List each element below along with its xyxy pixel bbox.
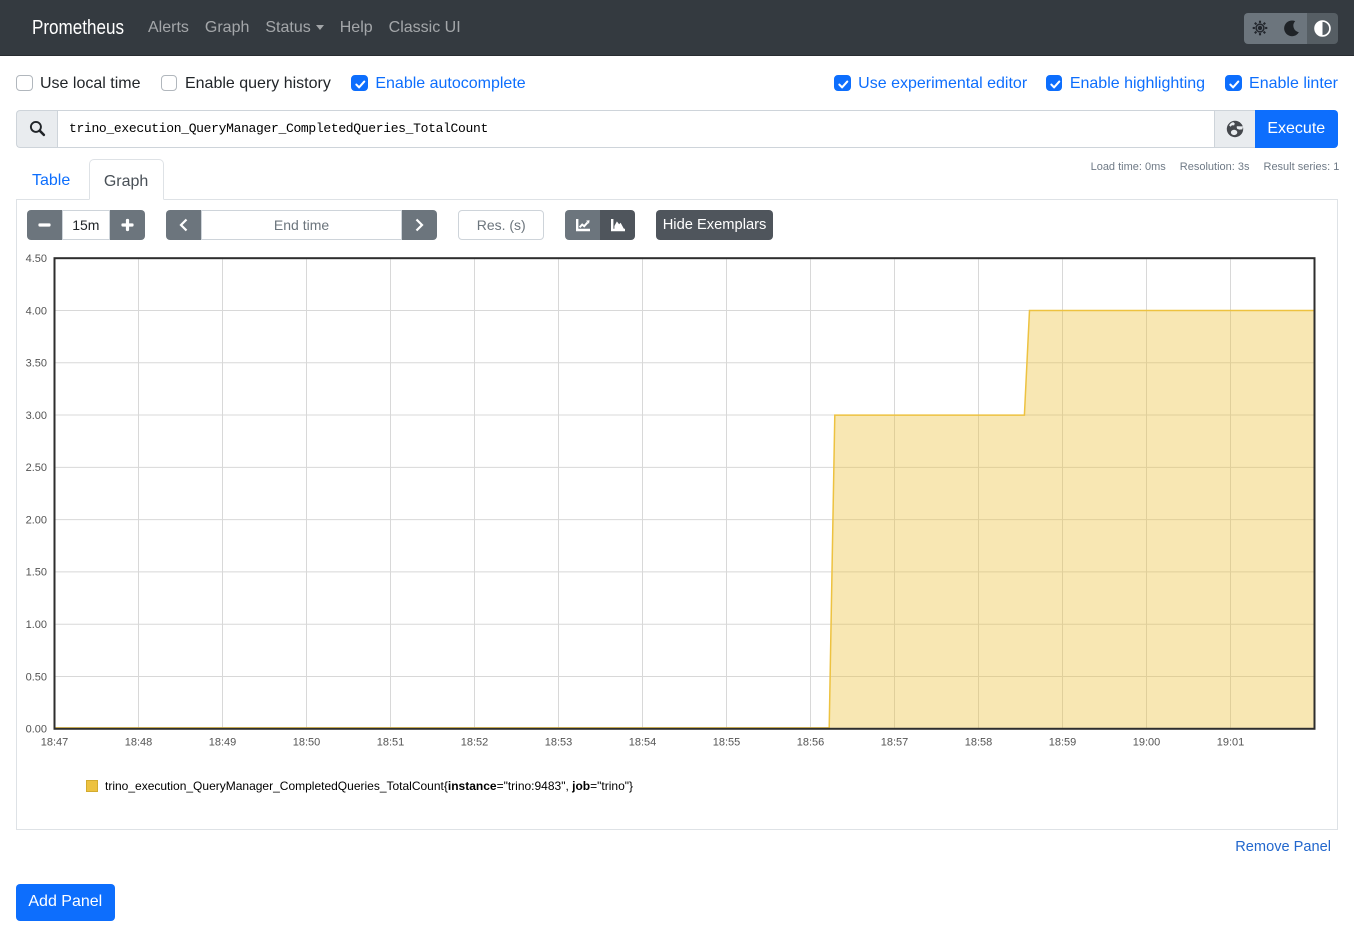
svg-text:18:55: 18:55 xyxy=(713,736,741,748)
svg-text:18:57: 18:57 xyxy=(881,736,909,748)
svg-text:18:48: 18:48 xyxy=(125,736,153,748)
svg-text:3.00: 3.00 xyxy=(26,410,47,422)
svg-text:2.50: 2.50 xyxy=(26,462,47,474)
svg-text:1.50: 1.50 xyxy=(26,567,47,579)
svg-text:2.00: 2.00 xyxy=(26,514,47,526)
svg-text:3.50: 3.50 xyxy=(26,357,47,369)
svg-text:18:54: 18:54 xyxy=(629,736,657,748)
svg-text:4.50: 4.50 xyxy=(26,253,47,265)
svg-text:18:51: 18:51 xyxy=(377,736,405,748)
svg-text:18:56: 18:56 xyxy=(797,736,825,748)
svg-text:18:59: 18:59 xyxy=(1049,736,1077,748)
svg-text:0.50: 0.50 xyxy=(26,671,47,683)
svg-text:1.00: 1.00 xyxy=(26,619,47,631)
svg-text:19:01: 19:01 xyxy=(1217,736,1245,748)
svg-text:18:50: 18:50 xyxy=(293,736,321,748)
svg-text:18:49: 18:49 xyxy=(209,736,237,748)
svg-text:19:00: 19:00 xyxy=(1133,736,1161,748)
svg-text:4.00: 4.00 xyxy=(26,305,47,317)
svg-text:18:47: 18:47 xyxy=(41,736,69,748)
svg-text:18:53: 18:53 xyxy=(545,736,573,748)
svg-text:18:58: 18:58 xyxy=(965,736,993,748)
svg-text:0.00: 0.00 xyxy=(26,723,47,735)
svg-text:18:52: 18:52 xyxy=(461,736,489,748)
